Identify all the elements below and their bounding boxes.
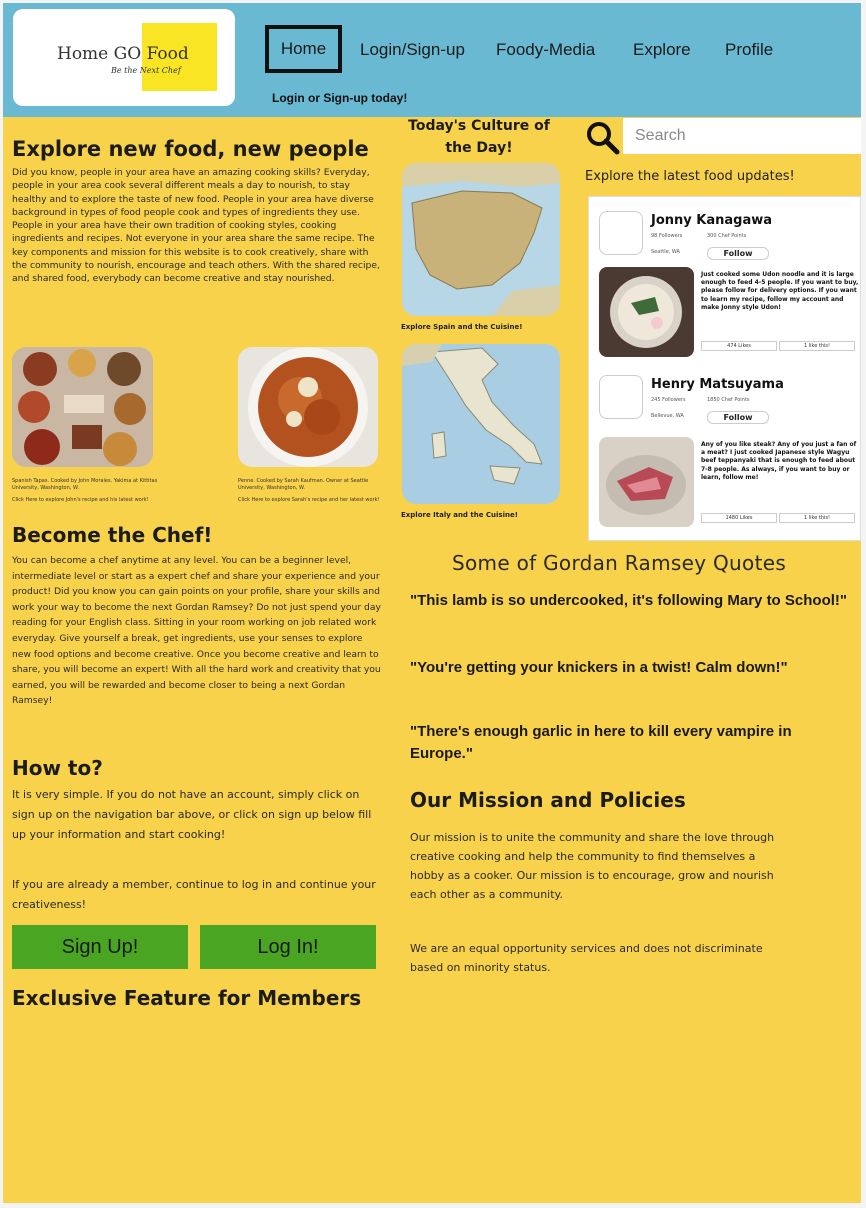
post-likes[interactable]: 474 Likes — [701, 341, 777, 351]
spain-map[interactable] — [402, 163, 560, 316]
spain-caption[interactable]: Explore Spain and the Cuisine! — [401, 323, 522, 331]
post-author-name[interactable]: Henry Matsuyama — [651, 377, 784, 392]
post-reactions[interactable]: 1 like this! — [779, 513, 855, 523]
post-text: Just cooked some Udon noodle and it is l… — [701, 271, 859, 311]
post-author-points: 1850 Chef Points — [707, 397, 750, 403]
quote-1: "This lamb is so undercooked, it's follo… — [410, 592, 847, 609]
culture-title: Today's Culture of the Day! — [408, 118, 550, 156]
tapas-caption: Spanish Tapas. Cooked by John Morales. Y… — [12, 478, 158, 491]
mission-para-1: Our mission is to unite the community an… — [410, 831, 775, 901]
exclusive-title: Exclusive Feature for Members — [12, 986, 362, 1010]
login-signup-prompt[interactable]: Login or Sign-up today! — [272, 91, 407, 105]
feed-heading: Explore the latest food updates! — [585, 169, 795, 184]
post-author-name[interactable]: Jonny Kanagawa — [651, 213, 772, 228]
avatar[interactable] — [599, 211, 643, 255]
page: Home GO Food Be the Next Chef Home Login… — [3, 3, 861, 1203]
italy-map[interactable] — [402, 344, 560, 504]
signup-button[interactable]: Sign Up! — [12, 925, 188, 969]
chef-body: You can become a chef anytime at any lev… — [12, 555, 381, 707]
tapas-link[interactable]: Click Here to explore John's recipe and … — [12, 497, 172, 504]
avatar[interactable] — [599, 375, 643, 419]
logo[interactable]: Home GO Food Be the Next Chef — [13, 9, 235, 106]
post-author-points: 300 Chef Points — [707, 233, 747, 239]
header-bar: Home GO Food Be the Next Chef Home Login… — [3, 3, 861, 117]
nav-profile[interactable]: Profile — [725, 40, 773, 60]
howto-title: How to? — [12, 756, 103, 780]
quote-2: "You're getting your knickers in a twist… — [410, 659, 788, 676]
post-author-location: Bellevue, WA — [651, 413, 684, 419]
penne-image[interactable] — [238, 347, 378, 467]
nav-login-signup[interactable]: Login/Sign-up — [360, 40, 465, 60]
udon-image[interactable] — [599, 267, 694, 357]
follow-button[interactable]: Follow — [707, 247, 769, 260]
search-input[interactable] — [623, 118, 861, 154]
post-author-followers: 98 Followers — [651, 233, 683, 239]
post-author-location: Seattle, WA — [651, 249, 680, 255]
quote-3: "There's enough garlic in here to kill e… — [410, 723, 792, 762]
explore-title: Explore new food, new people — [12, 137, 369, 161]
steak-image[interactable] — [599, 437, 694, 527]
mission-title: Our Mission and Policies — [410, 788, 686, 812]
post-reactions[interactable]: 1 like this! — [779, 341, 855, 351]
search-bar — [585, 116, 861, 156]
explore-body: Did you know, people in your area have a… — [12, 167, 380, 285]
tapas-image[interactable] — [12, 347, 153, 467]
nav-explore[interactable]: Explore — [633, 40, 691, 60]
howto-para-2: If you are already a member, continue to… — [12, 878, 376, 911]
nav-home[interactable]: Home — [265, 25, 342, 73]
logo-title: Home GO Food — [57, 44, 189, 64]
penne-caption: Penne. Cooked by Sarah Kaufman. Owner at… — [238, 478, 369, 491]
mission-para-2: We are an equal opportunity services and… — [410, 942, 763, 974]
post-likes[interactable]: 1480 Likes — [701, 513, 777, 523]
login-button[interactable]: Log In! — [200, 925, 376, 969]
chef-title: Become the Chef! — [12, 523, 213, 547]
search-icon[interactable] — [585, 120, 621, 156]
italy-caption[interactable]: Explore Italy and the Cuisine! — [401, 511, 518, 519]
howto-para-1: It is very simple. If you do not have an… — [12, 788, 372, 841]
post-text: Any of you like steak? Any of you just a… — [701, 441, 857, 481]
penne-link[interactable]: Click Here to explore Sarah's recipe and… — [238, 497, 388, 504]
food-feed: Jonny Kanagawa 98 Followers 300 Chef Poi… — [588, 196, 861, 541]
post-author-followers: 245 Followers — [651, 397, 686, 403]
follow-button[interactable]: Follow — [707, 411, 769, 424]
quotes-title: Some of Gordan Ramsey Quotes — [452, 551, 787, 575]
nav-foody-media[interactable]: Foody-Media — [496, 40, 595, 60]
logo-tagline: Be the Next Chef — [111, 66, 181, 75]
